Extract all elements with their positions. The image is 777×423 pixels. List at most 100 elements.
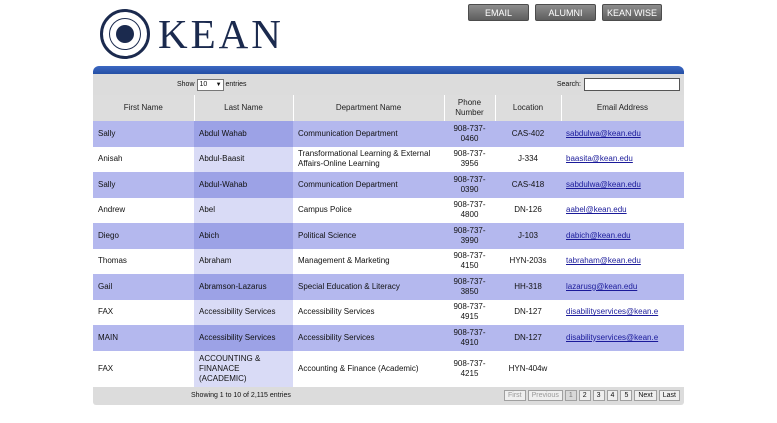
cell-department: Accessibility Services: [293, 325, 444, 351]
search-label: Search:: [556, 81, 581, 88]
kean-wise-button[interactable]: KEAN WISE: [602, 4, 662, 21]
cell-first-name: Andrew: [93, 197, 194, 223]
cell-department: Campus Police: [293, 197, 444, 223]
cell-last-name: Abdul-Baasit: [194, 146, 293, 172]
cell-last-name: Accessibility Services: [194, 299, 293, 325]
email-link[interactable]: sabdulwa@kean.edu: [566, 180, 679, 190]
search-control: Search:: [557, 78, 680, 91]
email-link[interactable]: baasita@kean.edu: [566, 154, 679, 164]
pager-last-button[interactable]: Last: [658, 390, 680, 401]
cell-location: HYN-203s: [495, 248, 561, 274]
entries-label: entries: [225, 81, 247, 88]
cell-location: DN-127: [495, 325, 561, 351]
cell-last-name: Abdul-Wahab: [194, 172, 293, 198]
cell-first-name: Sally: [93, 172, 194, 198]
panel-header-bar: [93, 66, 684, 74]
show-label: Show: [177, 81, 195, 88]
cell-location: DN-127: [495, 299, 561, 325]
pager-page-4[interactable]: 4: [606, 390, 619, 401]
pager-previous-button[interactable]: Previous: [527, 390, 563, 401]
cell-last-name: Abraham: [194, 248, 293, 274]
cell-last-name: Abich: [194, 223, 293, 249]
cell-department: Accounting & Finance (Academic): [293, 350, 444, 387]
table-row: FAX Accessibility Services Accessibility…: [93, 299, 684, 325]
column-header-phone[interactable]: Phone Number: [444, 95, 496, 121]
cell-last-name: Accessibility Services: [194, 325, 293, 351]
cell-phone: 908-737-4915: [444, 299, 495, 325]
column-header-location[interactable]: Location: [495, 95, 562, 121]
cell-phone: 908-737-3850: [444, 274, 495, 300]
table-row: Andrew Abel Campus Police 908-737-4800 D…: [93, 197, 684, 223]
table-footer: Showing 1 to 10 of 2,115 entries First P…: [93, 386, 684, 405]
cell-department: Special Education & Literacy: [293, 274, 444, 300]
table-row: Anisah Abdul-Baasit Transformational Lea…: [93, 146, 684, 172]
cell-first-name: Sally: [93, 121, 194, 147]
email-link[interactable]: aabel@kean.edu: [566, 205, 679, 215]
table-row: Sally Abdul Wahab Communication Departme…: [93, 121, 684, 147]
pager-page-5[interactable]: 5: [620, 390, 633, 401]
cell-department: Political Science: [293, 223, 444, 249]
cell-phone: 908-737-0390: [444, 172, 495, 198]
cell-location: J-334: [495, 146, 561, 172]
cell-phone: 908-737-4215: [444, 350, 495, 387]
email-link[interactable]: disabilityservices@kean.e: [566, 307, 679, 317]
chevron-down-icon: ▼: [215, 81, 222, 88]
table-header-row: First Name Last Name Department Name Pho…: [93, 95, 685, 121]
kean-logo[interactable]: KEAN: [100, 9, 284, 59]
cell-last-name: Abdul Wahab: [194, 121, 293, 147]
pagination: First Previous 1 2 3 4 5 Next Last: [503, 390, 680, 401]
cell-first-name: FAX: [93, 350, 194, 387]
cell-last-name: ACCOUNTING & FINANACE (ACADEMIC): [194, 350, 293, 387]
entries-length-control: Show 10 ▼ entries: [177, 78, 247, 91]
entries-select[interactable]: 10 ▼: [196, 78, 224, 91]
column-header-first-name[interactable]: First Name: [93, 95, 195, 121]
column-header-department[interactable]: Department Name: [293, 95, 445, 121]
table-row: Diego Abich Political Science 908-737-39…: [93, 223, 684, 249]
cell-last-name: Abel: [194, 197, 293, 223]
email-link[interactable]: disabilityservices@kean.e: [566, 333, 679, 343]
email-link[interactable]: tabraham@kean.edu: [566, 256, 679, 266]
directory-table: First Name Last Name Department Name Pho…: [93, 95, 685, 387]
cell-first-name: Thomas: [93, 248, 194, 274]
cell-location: HH-318: [495, 274, 561, 300]
email-link[interactable]: lazarusg@kean.edu: [566, 282, 679, 292]
cell-phone: 908-737-3990: [444, 223, 495, 249]
table-info: Showing 1 to 10 of 2,115 entries: [191, 392, 291, 399]
cell-location: CAS-402: [495, 121, 561, 147]
cell-first-name: Gail: [93, 274, 194, 300]
cell-department: Management & Marketing: [293, 248, 444, 274]
cell-phone: 908-737-0460: [444, 121, 495, 147]
alumni-button[interactable]: ALUMNI: [535, 4, 596, 21]
column-header-email[interactable]: Email Address: [561, 95, 685, 121]
table-controls: Show 10 ▼ entries Search:: [93, 74, 684, 95]
cell-last-name: Abramson-Lazarus: [194, 274, 293, 300]
cell-first-name: FAX: [93, 299, 194, 325]
pager-page-2[interactable]: 2: [578, 390, 591, 401]
top-navigation: EMAIL ALUMNI KEAN WISE: [468, 4, 662, 21]
cell-department: Communication Department: [293, 121, 444, 147]
cell-first-name: Anisah: [93, 146, 194, 172]
cell-phone: 908-737-4910: [444, 325, 495, 351]
email-link[interactable]: sabdulwa@kean.edu: [566, 129, 679, 139]
entries-select-value: 10: [199, 81, 208, 88]
table-row: Sally Abdul-Wahab Communication Departme…: [93, 172, 684, 198]
pager-next-button[interactable]: Next: [634, 390, 657, 401]
cell-first-name: Diego: [93, 223, 194, 249]
cell-phone: 908-737-4150: [444, 248, 495, 274]
cell-department: Communication Department: [293, 172, 444, 198]
search-input[interactable]: [584, 78, 680, 91]
university-seal-icon: [100, 9, 150, 59]
pager-page-1[interactable]: 1: [564, 390, 577, 401]
email-button[interactable]: EMAIL: [468, 4, 529, 21]
directory-panel: Show 10 ▼ entries Search: First Name Las…: [93, 66, 685, 405]
table-row: MAIN Accessibility Services Accessibilit…: [93, 325, 684, 351]
cell-phone: 908-737-3956: [444, 146, 495, 172]
cell-location: HYN-404w: [495, 350, 561, 387]
cell-first-name: MAIN: [93, 325, 194, 351]
pager-first-button[interactable]: First: [503, 390, 526, 401]
cell-location: J-103: [495, 223, 561, 249]
pager-page-3[interactable]: 3: [592, 390, 605, 401]
email-link[interactable]: dabich@kean.edu: [566, 231, 679, 241]
column-header-last-name[interactable]: Last Name: [194, 95, 294, 121]
cell-location: DN-126: [495, 197, 561, 223]
